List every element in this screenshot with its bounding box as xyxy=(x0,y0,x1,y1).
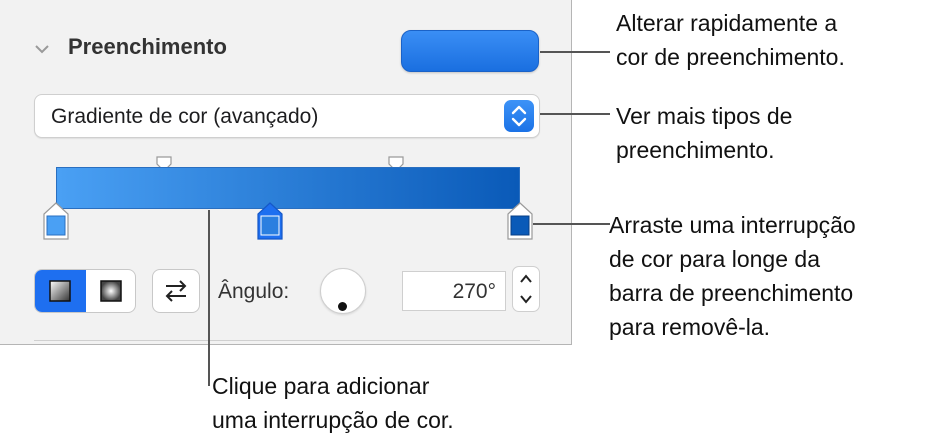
angle-value: 270° xyxy=(452,280,496,303)
divider xyxy=(34,340,540,341)
swap-arrows-icon xyxy=(165,280,187,302)
color-stop-left[interactable] xyxy=(43,202,69,240)
linear-gradient-icon xyxy=(49,280,71,302)
color-stop-right[interactable] xyxy=(507,202,533,240)
chevron-down-icon[interactable] xyxy=(34,44,50,54)
fill-color-well[interactable] xyxy=(401,30,539,72)
angle-stepper[interactable] xyxy=(512,266,540,312)
up-down-arrows-icon xyxy=(504,100,534,132)
fill-inspector-panel: Preenchimento Gradiente de cor (avançado… xyxy=(0,0,572,345)
callout-add-stop: Clique para adicionar uma interrupção de… xyxy=(212,373,454,433)
linear-gradient-button[interactable] xyxy=(35,270,86,312)
angle-field[interactable]: 270° xyxy=(402,271,506,311)
radial-gradient-button[interactable] xyxy=(86,270,135,312)
angle-wheel[interactable] xyxy=(320,268,366,314)
fill-type-popup[interactable]: Gradiente de cor (avançado) xyxy=(34,94,540,138)
fill-type-label: Gradiente de cor (avançado) xyxy=(51,105,319,128)
callout-leader xyxy=(540,51,610,53)
callout-drag-stop: Arraste uma interrupção de cor para long… xyxy=(609,212,856,340)
callout-fill-types: Ver mais tipos de preenchimento. xyxy=(616,103,793,163)
gradient-style-toggle xyxy=(34,269,136,313)
color-stop-middle[interactable] xyxy=(257,202,283,240)
section-title: Preenchimento xyxy=(68,34,227,59)
callout-leader xyxy=(208,210,210,386)
radial-gradient-icon xyxy=(100,280,122,302)
stepper-icon xyxy=(520,274,532,304)
angle-label: Ângulo: xyxy=(218,280,290,303)
gradient-bar[interactable] xyxy=(56,167,520,209)
angle-indicator xyxy=(338,302,347,311)
reverse-gradient-button[interactable] xyxy=(152,269,200,313)
callout-leader xyxy=(540,113,610,115)
callout-quick-fill: Alterar rapidamente a cor de preenchimen… xyxy=(616,10,845,70)
callout-leader xyxy=(533,223,610,225)
